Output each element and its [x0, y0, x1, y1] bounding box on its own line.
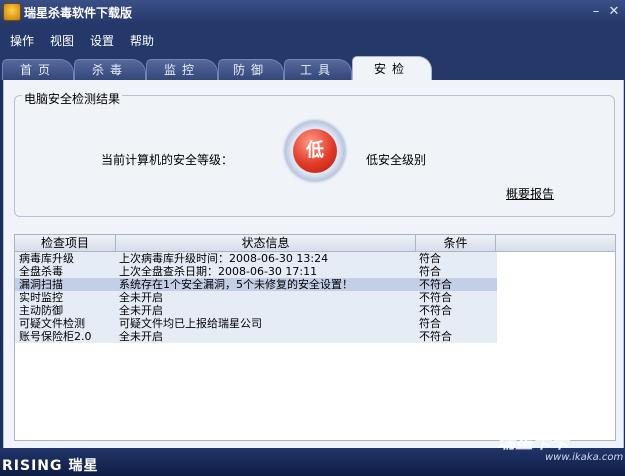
tab-defense[interactable]: 防御 — [218, 59, 284, 80]
ikaka-watermark: 瑞星卡卡 — [497, 432, 569, 453]
close-button[interactable]: ✕ — [606, 4, 622, 20]
cell-check-item: 病毒库升级 — [19, 252, 74, 265]
table-row[interactable]: 账号保险柜2.0 全未开启 不符合 — [15, 330, 497, 343]
menu-operate[interactable]: 操作 — [10, 32, 34, 49]
tab-monitor[interactable]: 监控 — [146, 59, 218, 80]
window-title: 瑞星杀毒软件下载版 — [24, 6, 133, 20]
cell-status-info: 上次病毒库升级时间：2008-06-30 13:24 — [119, 252, 329, 265]
minimize-button[interactable]: – — [588, 4, 604, 20]
cell-condition: 不符合 — [419, 278, 452, 291]
cell-condition: 符合 — [419, 265, 441, 278]
cell-check-item: 实时监控 — [19, 291, 63, 304]
rising-logo-cn: 瑞星 — [68, 458, 99, 474]
rising-logo-text: RISING — [2, 458, 63, 474]
cell-check-item: 主动防御 — [19, 304, 63, 317]
tab-bar: 首页 杀毒 监控 防御 工具 安检 — [0, 54, 625, 81]
header-check-item[interactable]: 检查项目 — [15, 235, 116, 251]
cell-status-info: 全未开启 — [119, 304, 163, 317]
level-badge-text: 低 — [293, 129, 337, 173]
menu-help[interactable]: 帮助 — [130, 32, 154, 49]
cell-check-item: 账号保险柜2.0 — [19, 330, 92, 343]
summary-report-link[interactable]: 概要报告 — [506, 185, 554, 202]
rising-logo: RISING 瑞星 — [2, 455, 99, 475]
cell-condition: 不符合 — [419, 304, 452, 317]
menu-settings[interactable]: 设置 — [90, 32, 114, 49]
cell-status-info: 全未开启 — [119, 330, 163, 343]
security-level-badge: 低 — [285, 121, 345, 181]
cell-condition: 符合 — [419, 252, 441, 265]
cell-condition: 符合 — [419, 317, 441, 330]
cell-condition: 不符合 — [419, 291, 452, 304]
cell-status-info: 系统存在1个安全漏洞，5个未修复的安全设置！ — [119, 278, 353, 291]
security-level-label: 当前计算机的安全等级： — [101, 153, 234, 167]
header-status-info[interactable]: 状态信息 — [116, 235, 416, 251]
group-title: 电脑安全检测结果 — [22, 90, 123, 107]
rising-lion-icon — [3, 3, 21, 21]
cell-check-item: 漏洞扫描 — [19, 278, 63, 291]
security-level-text: 低安全级别 — [366, 153, 427, 167]
cell-status-info: 全未开启 — [119, 291, 163, 304]
tab-tools[interactable]: 工具 — [284, 59, 352, 80]
cell-condition: 不符合 — [419, 330, 452, 343]
cell-status-info: 可疑文件均已上报给瑞星公司 — [119, 317, 262, 330]
table-row[interactable]: 漏洞扫描 系统存在1个安全漏洞，5个未修复的安全设置！ 不符合 — [15, 278, 497, 291]
table-row[interactable]: 病毒库升级 上次病毒库升级时间：2008-06-30 13:24 符合 — [15, 252, 497, 265]
check-results-table: 检查项目 状态信息 条件 病毒库升级 上次病毒库升级时间：2008-06-30 1… — [14, 234, 616, 441]
tab-scan[interactable]: 杀毒 — [74, 59, 146, 80]
cell-check-item: 可疑文件检测 — [19, 317, 85, 330]
menu-bar: 操作 视图 设置 帮助 — [0, 24, 625, 54]
title-bar: 瑞星杀毒软件下载版 – ✕ — [0, 0, 625, 24]
tab-home[interactable]: 首页 — [2, 59, 74, 80]
table-row[interactable]: 主动防御 全未开启 不符合 — [15, 304, 497, 317]
tab-security-check[interactable]: 安检 — [352, 56, 432, 81]
table-row[interactable]: 可疑文件检测 可疑文件均已上报给瑞星公司 符合 — [15, 317, 497, 330]
cell-check-item: 全盘杀毒 — [19, 265, 63, 278]
security-check-panel: 电脑安全检测结果 当前计算机的安全等级： 低 低安全级别 概要报告 检查项目 状… — [3, 80, 624, 448]
cell-status-info: 上次全盘查杀日期：2008-06-30 17:11 — [119, 265, 318, 278]
table-row[interactable]: 全盘杀毒 上次全盘查杀日期：2008-06-30 17:11 符合 — [15, 265, 497, 278]
menu-view[interactable]: 视图 — [50, 32, 74, 49]
table-header: 检查项目 状态信息 条件 — [15, 235, 615, 252]
table-row[interactable]: 实时监控 全未开启 不符合 — [15, 291, 497, 304]
header-condition[interactable]: 条件 — [416, 235, 496, 251]
ikaka-watermark-url: www.ikaka.com — [545, 452, 624, 463]
